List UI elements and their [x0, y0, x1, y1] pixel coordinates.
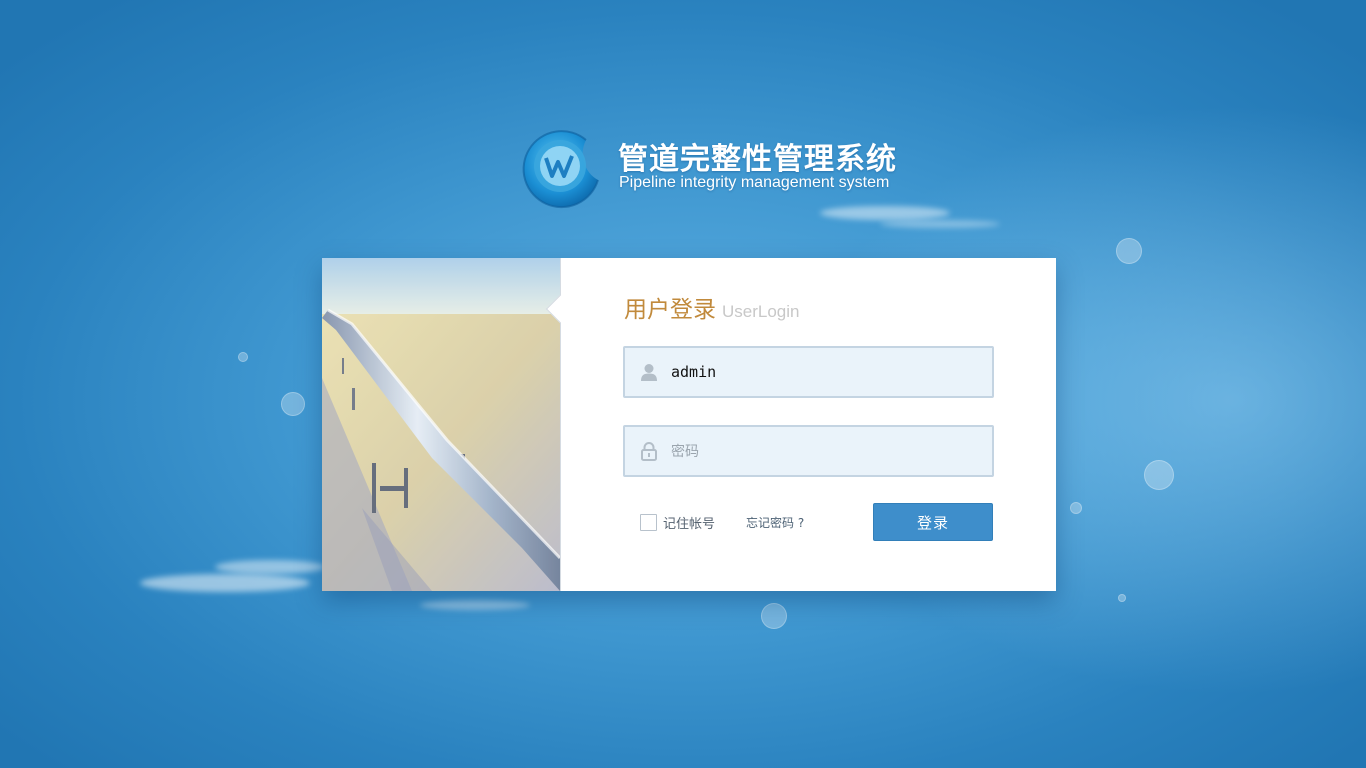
- remember-checkbox[interactable]: [640, 513, 657, 531]
- lock-icon: [641, 442, 657, 461]
- bubble-decoration: [1070, 502, 1082, 514]
- user-icon: [641, 364, 657, 381]
- cloud-decoration: [215, 560, 325, 574]
- bubble-decoration: [761, 603, 787, 629]
- password-input[interactable]: [671, 437, 971, 465]
- brand-header: 管道完整性管理系统 Pipeline integrity management …: [516, 122, 916, 212]
- bubble-decoration: [1116, 238, 1142, 264]
- login-title: 用户登录 UserLogin: [624, 290, 800, 324]
- login-button[interactable]: 登录: [873, 503, 993, 541]
- remember-account[interactable]: 记住帐号: [640, 513, 715, 532]
- login-title-en: UserLogin: [722, 302, 800, 321]
- username-field[interactable]: [623, 346, 994, 398]
- bubble-decoration: [238, 352, 248, 362]
- cloud-decoration: [420, 600, 530, 610]
- forgot-password-link[interactable]: 忘记密码 ?: [746, 514, 804, 531]
- username-input[interactable]: [671, 358, 971, 386]
- cloud-decoration: [140, 574, 310, 592]
- system-title-en: Pipeline integrity management system: [619, 174, 890, 191]
- login-panel: 用户登录 UserLogin 记住帐号 忘记密码 ? 登录: [322, 258, 1056, 591]
- company-logo: [522, 130, 599, 209]
- system-title-cn: 管道完整性管理系统: [618, 142, 897, 177]
- cloud-decoration: [880, 220, 1000, 228]
- password-field[interactable]: [623, 425, 994, 477]
- login-title-cn: 用户登录: [624, 297, 716, 323]
- bubble-decoration: [1144, 460, 1174, 490]
- remember-label[interactable]: 记住帐号: [663, 513, 715, 532]
- bubble-decoration: [281, 392, 305, 416]
- bubble-decoration: [1118, 594, 1126, 602]
- pipeline-photo: [322, 258, 560, 591]
